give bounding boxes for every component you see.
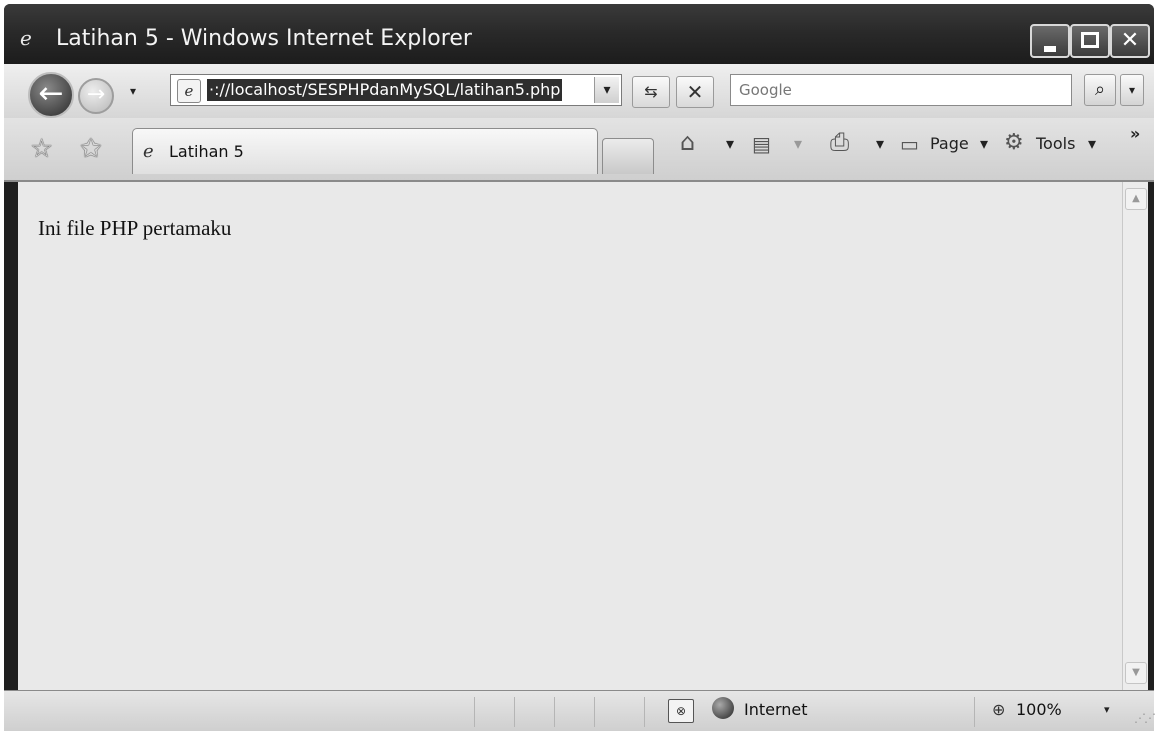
tools-gear-icon: ⚙ <box>1004 130 1024 155</box>
vertical-scrollbar[interactable]: ▲ ▼ <box>1122 182 1148 690</box>
status-divider <box>474 697 475 727</box>
status-divider <box>644 697 645 727</box>
minimize-icon <box>1044 46 1056 52</box>
security-zone-label[interactable]: Internet <box>744 700 808 719</box>
title-bar[interactable]: e Latihan 5 - Windows Internet Explorer … <box>4 4 1154 64</box>
address-input[interactable]: ·://localhost/SESPHPdanMySQL/latihan5.ph… <box>207 79 563 101</box>
maximize-icon <box>1081 32 1099 48</box>
status-divider <box>594 697 595 727</box>
status-divider <box>974 697 975 727</box>
page-icon: ▭ <box>900 132 919 156</box>
address-bar[interactable]: e ·://localhost/SESPHPdanMySQL/latihan5.… <box>170 74 622 106</box>
tab-latihan-5[interactable]: e Latihan 5 <box>132 128 598 174</box>
protected-mode-icon[interactable]: ⊗ <box>668 699 694 723</box>
back-button[interactable]: ← <box>28 72 74 118</box>
page-icon: e <box>177 79 201 103</box>
tools-dropdown-icon[interactable]: ▾ <box>1088 134 1096 153</box>
scroll-up-button[interactable]: ▲ <box>1125 188 1147 210</box>
search-options-button[interactable]: ▾ <box>1120 74 1144 106</box>
browser-window: e Latihan 5 - Windows Internet Explorer … <box>4 4 1156 731</box>
status-divider <box>514 697 515 727</box>
print-icon[interactable]: ⎙ <box>830 128 849 156</box>
chevron-down-icon: ▾ <box>1128 83 1136 97</box>
page-content: Ini file PHP pertamaku <box>18 182 1122 690</box>
status-divider <box>554 697 555 727</box>
tab-bar: ☆ ✩ e Latihan 5 ⌂ ▾ ▤ ▾ ⎙ ▾ ▭ Page ▾ ⚙ T… <box>4 118 1154 182</box>
resize-grip-icon[interactable]: ⋰⋰ <box>1134 711 1156 725</box>
zoom-dropdown-icon[interactable]: ▾ <box>1104 703 1110 716</box>
feeds-icon[interactable]: ▤ <box>752 132 771 156</box>
tab-label: Latihan 5 <box>169 142 244 161</box>
navigation-bar: ← → ▾ e ·://localhost/SESPHPdanMySQL/lat… <box>4 64 1154 118</box>
close-icon: ✕ <box>1120 28 1140 53</box>
search-input[interactable]: Google <box>730 74 1072 106</box>
refresh-icon: ⇆ <box>644 82 658 101</box>
scroll-down-icon: ▼ <box>1132 667 1140 678</box>
home-icon[interactable]: ⌂ <box>680 128 695 156</box>
refresh-button[interactable]: ⇆ <box>632 76 670 108</box>
stop-button[interactable]: ✕ <box>676 76 714 108</box>
search-icon: ⌕ <box>1094 79 1106 100</box>
new-tab-button[interactable] <box>602 138 654 174</box>
toolbar-overflow-icon[interactable]: » <box>1130 124 1140 143</box>
minimize-button[interactable] <box>1030 24 1070 58</box>
favorites-star-icon[interactable]: ☆ <box>30 134 53 164</box>
search-button[interactable]: ⌕ <box>1084 74 1116 106</box>
status-bar: ⊗ Internet ⊕ 100% ▾ ⋰⋰ <box>4 690 1156 731</box>
address-dropdown-icon[interactable]: ▾ <box>594 77 619 103</box>
feeds-dropdown-icon[interactable]: ▾ <box>794 134 802 153</box>
add-favorites-icon[interactable]: ✩ <box>80 134 102 164</box>
print-dropdown-icon[interactable]: ▾ <box>876 134 884 153</box>
page-dropdown-icon[interactable]: ▾ <box>980 134 988 153</box>
ie-logo-icon: e <box>20 26 32 50</box>
close-button[interactable]: ✕ <box>1110 24 1150 58</box>
tab-ie-icon: e <box>143 141 154 162</box>
internet-zone-globe-icon <box>712 697 734 719</box>
page-menu[interactable]: Page <box>930 134 969 153</box>
forward-arrow-icon: → <box>86 82 106 107</box>
scroll-up-icon: ▲ <box>1132 193 1140 204</box>
page-text: Ini file PHP pertamaku <box>38 216 232 240</box>
stop-icon: ✕ <box>686 80 704 104</box>
forward-button[interactable]: → <box>78 78 114 114</box>
back-arrow-icon: ← <box>38 76 64 111</box>
zoom-level[interactable]: 100% <box>1016 700 1062 719</box>
window-title: Latihan 5 - Windows Internet Explorer <box>56 26 472 51</box>
scroll-down-button[interactable]: ▼ <box>1125 662 1147 684</box>
maximize-button[interactable] <box>1070 24 1110 58</box>
home-dropdown-icon[interactable]: ▾ <box>726 134 734 153</box>
recent-pages-dropdown-icon[interactable]: ▾ <box>130 84 136 98</box>
zoom-icon: ⊕ <box>992 700 1006 719</box>
tools-menu[interactable]: Tools <box>1036 134 1075 153</box>
